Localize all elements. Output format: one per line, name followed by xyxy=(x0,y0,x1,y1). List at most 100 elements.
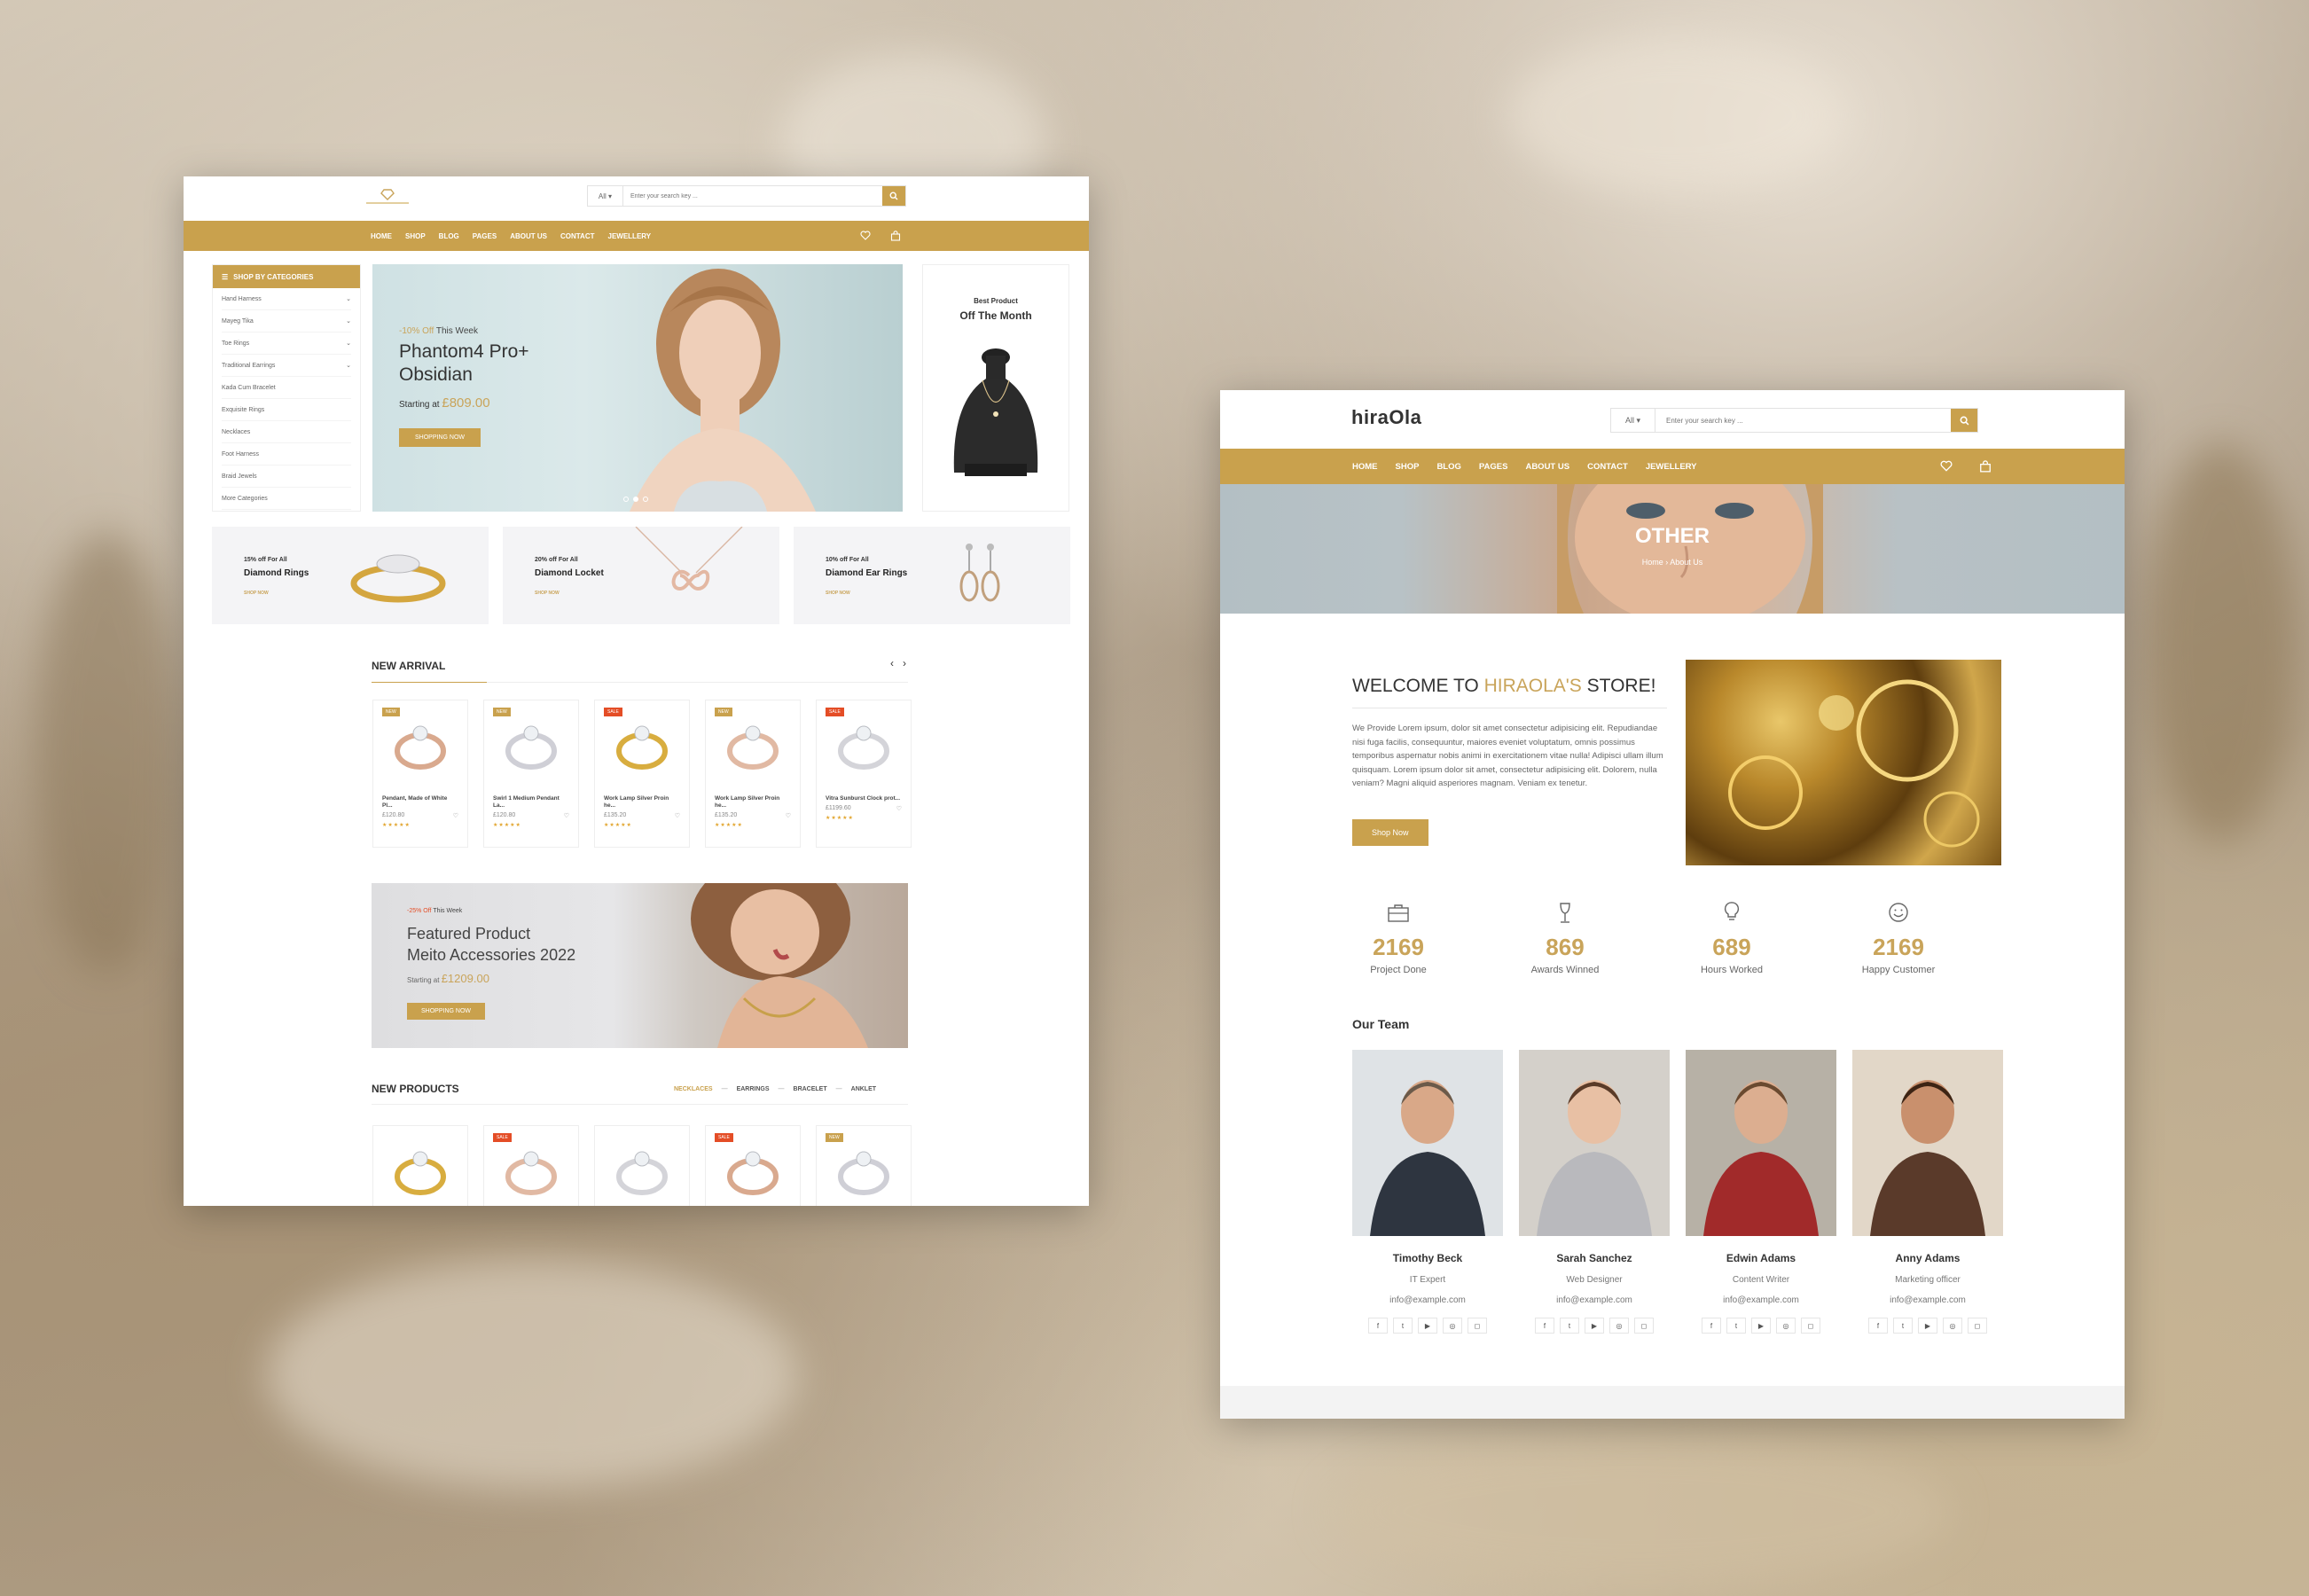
shop-now-button[interactable]: Shop Now xyxy=(1352,819,1428,846)
team-member-email[interactable]: info@example.com xyxy=(1519,1295,1670,1305)
best-product-box[interactable]: Best Product Off The Month xyxy=(922,264,1069,512)
nav-home[interactable]: HOME xyxy=(1352,462,1378,472)
chevron-left-icon[interactable]: ‹ xyxy=(890,657,894,669)
category-item[interactable]: Toe Rings ⌄ xyxy=(222,332,351,355)
category-item[interactable]: Kada Cum Bracelet xyxy=(222,377,351,399)
facebook-icon[interactable]: f xyxy=(1368,1318,1388,1334)
product-card[interactable]: NEW Pendant, Made of White Pl... £120.80 ♡ ★… xyxy=(372,700,468,848)
instagram-icon[interactable]: ◻ xyxy=(1968,1318,1987,1334)
tab-bracelet[interactable]: BRACELET xyxy=(794,1086,827,1092)
youtube-icon[interactable]: ▶ xyxy=(1918,1318,1937,1334)
product-card[interactable]: SALE xyxy=(483,1125,579,1206)
search-category-select[interactable]: All ▾ xyxy=(588,186,623,206)
nav-about-us[interactable]: ABOUT US xyxy=(510,232,547,240)
nav-jewellery[interactable]: JEWELLERY xyxy=(608,232,652,240)
hero-slider[interactable]: -10% Off This Week Phantom4 Pro+ Obsidia… xyxy=(372,264,903,512)
instagram-icon[interactable]: ◻ xyxy=(1634,1318,1654,1334)
team-member-email[interactable]: info@example.com xyxy=(1686,1295,1836,1305)
nav-blog[interactable]: BLOG xyxy=(1436,462,1460,472)
promo-link[interactable]: SHOP NOW xyxy=(535,591,560,596)
site-logo[interactable] xyxy=(361,187,414,207)
tab-earrings[interactable]: EARRINGS xyxy=(737,1086,770,1092)
featured-shop-button[interactable]: SHOPPING NOW xyxy=(407,1003,486,1020)
site-logo[interactable]: hiraOla xyxy=(1351,406,1421,429)
dribbble-icon[interactable]: ◎ xyxy=(1943,1318,1962,1334)
chevron-right-icon[interactable]: › xyxy=(903,657,906,669)
twitter-icon[interactable]: t xyxy=(1726,1318,1746,1334)
heart-icon[interactable] xyxy=(1940,460,1953,472)
promo-line1: 15% off For All xyxy=(244,557,287,563)
cart-icon[interactable] xyxy=(1979,460,1992,473)
nav-shop[interactable]: SHOP xyxy=(1396,462,1420,472)
instagram-icon[interactable]: ◻ xyxy=(1468,1318,1487,1334)
promo-link[interactable]: SHOP NOW xyxy=(826,591,850,596)
hero-shop-button[interactable]: SHOPPING NOW xyxy=(399,428,481,447)
twitter-icon[interactable]: t xyxy=(1393,1318,1413,1334)
category-item[interactable]: Mayeg Tika ⌄ xyxy=(222,310,351,332)
tab-necklaces[interactable]: NECKLACES xyxy=(674,1086,713,1092)
promo-diamond-rings[interactable]: 15% off For All Diamond Rings SHOP NOW xyxy=(212,527,489,624)
nav-contact[interactable]: CONTACT xyxy=(560,232,595,240)
nav-pages[interactable]: PAGES xyxy=(1479,462,1508,472)
facebook-icon[interactable]: f xyxy=(1535,1318,1554,1334)
slider-dots[interactable] xyxy=(623,497,648,502)
category-item[interactable]: Foot Harness xyxy=(222,443,351,466)
promo-diamond-locket[interactable]: 20% off For All Diamond Locket SHOP NOW xyxy=(503,527,779,624)
category-item[interactable]: Necklaces xyxy=(222,421,351,443)
cart-icon[interactable] xyxy=(890,231,901,241)
search-button[interactable] xyxy=(1951,409,1977,432)
category-item[interactable]: Exquisite Rings xyxy=(222,399,351,421)
search-input[interactable] xyxy=(1655,409,1951,432)
main-nav: HOME SHOP BLOG PAGES ABOUT US CONTACT JE… xyxy=(1220,449,2125,484)
promo-link[interactable]: SHOP NOW xyxy=(244,591,269,596)
nav-jewellery[interactable]: JEWELLERY xyxy=(1646,462,1697,472)
heart-icon[interactable]: ♡ xyxy=(564,812,569,819)
nav-contact[interactable]: CONTACT xyxy=(1587,462,1628,472)
nav-pages[interactable]: PAGES xyxy=(473,232,497,240)
nav-shop[interactable]: SHOP xyxy=(405,232,426,240)
search-button[interactable] xyxy=(882,186,905,206)
facebook-icon[interactable]: f xyxy=(1868,1318,1888,1334)
team-member-photo xyxy=(1852,1050,2003,1236)
product-card[interactable]: NEW xyxy=(816,1125,912,1206)
tab-anklet[interactable]: ANKLET xyxy=(851,1086,876,1092)
dribbble-icon[interactable]: ◎ xyxy=(1776,1318,1796,1334)
product-card[interactable] xyxy=(594,1125,690,1206)
breadcrumb-home[interactable]: Home xyxy=(1642,558,1663,567)
dribbble-icon[interactable]: ◎ xyxy=(1609,1318,1629,1334)
youtube-icon[interactable]: ▶ xyxy=(1585,1318,1604,1334)
nav-blog[interactable]: BLOG xyxy=(439,232,459,240)
category-item[interactable]: Traditional Earrings ⌄ xyxy=(222,355,351,377)
product-card[interactable]: SALE xyxy=(705,1125,801,1206)
youtube-icon[interactable]: ▶ xyxy=(1418,1318,1437,1334)
heart-icon[interactable]: ♡ xyxy=(453,812,458,819)
heart-icon[interactable]: ♡ xyxy=(675,812,680,819)
facebook-icon[interactable]: f xyxy=(1702,1318,1721,1334)
youtube-icon[interactable]: ▶ xyxy=(1751,1318,1771,1334)
product-card[interactable]: NEW Swirl 1 Medium Pendant La... £120.80 ♡ ★… xyxy=(483,700,579,848)
promo-diamond-ear-rings[interactable]: 10% off For All Diamond Ear Rings SHOP N… xyxy=(794,527,1070,624)
twitter-icon[interactable]: t xyxy=(1893,1318,1913,1334)
heart-icon[interactable]: ♡ xyxy=(786,812,791,819)
categories-header[interactable]: ☰ SHOP BY CATEGORIES xyxy=(213,265,360,288)
featured-banner[interactable]: -25% Off This Week Featured Product Meito… xyxy=(372,883,908,1048)
twitter-icon[interactable]: t xyxy=(1560,1318,1579,1334)
heart-icon[interactable]: ♡ xyxy=(896,805,902,812)
category-item[interactable]: Braid Jewels xyxy=(222,466,351,488)
nav-home[interactable]: HOME xyxy=(371,232,392,240)
team-member-email[interactable]: info@example.com xyxy=(1352,1295,1503,1305)
category-item[interactable]: More Categories xyxy=(222,488,351,510)
instagram-icon[interactable]: ◻ xyxy=(1801,1318,1820,1334)
search-input[interactable] xyxy=(623,186,882,206)
product-card[interactable]: SALE Work Lamp Silver Proin he... £135.20 ♡… xyxy=(594,700,690,848)
product-card[interactable]: SALE Vitra Sunburst Clock prot... £1199.60… xyxy=(816,700,912,848)
product-card[interactable]: NEW Work Lamp Silver Proin he... £135.20 ♡ ★… xyxy=(705,700,801,848)
heart-icon[interactable] xyxy=(860,231,871,240)
team-member-email[interactable]: info@example.com xyxy=(1852,1295,2003,1305)
nav-about-us[interactable]: ABOUT US xyxy=(1525,462,1569,472)
category-label: Necklaces xyxy=(222,428,251,435)
product-card[interactable] xyxy=(372,1125,468,1206)
search-category-select[interactable]: All ▾ xyxy=(1611,409,1655,432)
dribbble-icon[interactable]: ◎ xyxy=(1443,1318,1462,1334)
category-item[interactable]: Hand Harness ⌄ xyxy=(222,288,351,310)
